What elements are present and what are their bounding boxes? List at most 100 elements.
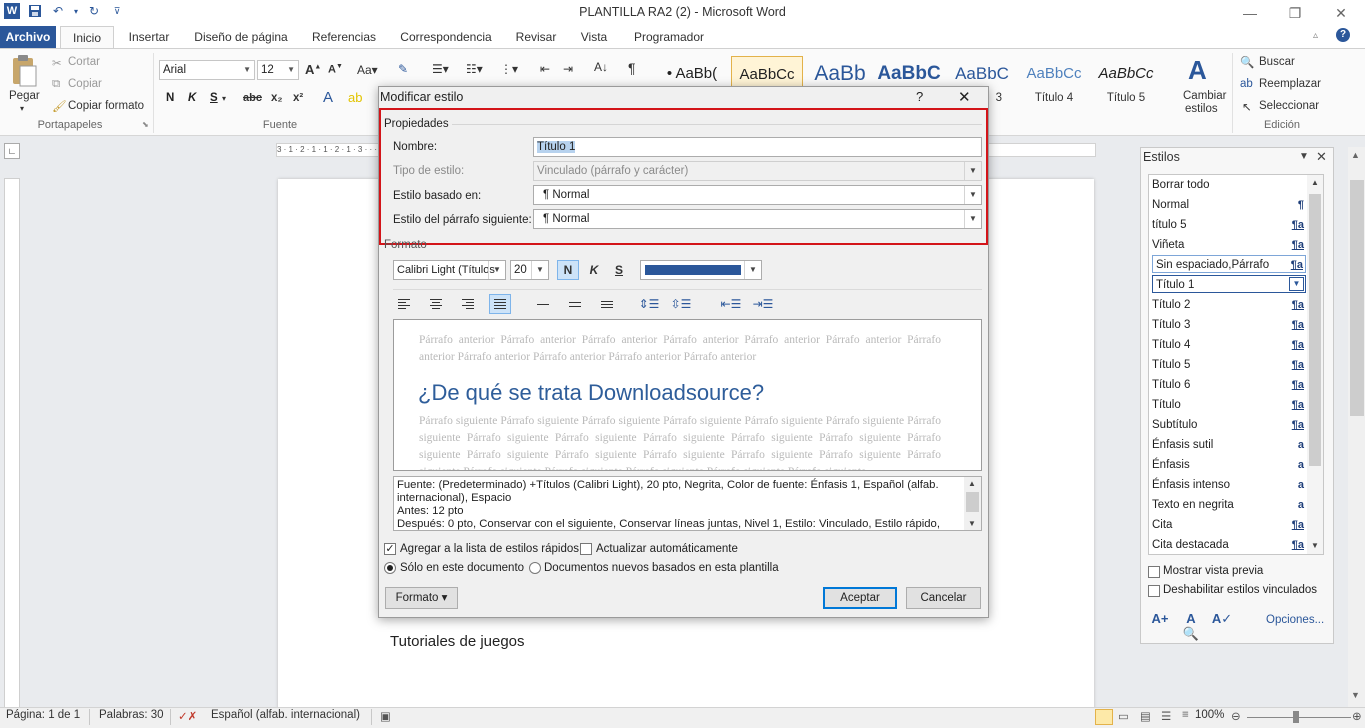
align-right-icon[interactable] [457,294,479,314]
bullets-icon[interactable]: ☰▾ [432,62,449,76]
options-link[interactable]: Opciones... [1266,614,1324,626]
scroll-up-icon[interactable]: ▲ [1311,178,1319,187]
show-marks-icon[interactable]: ¶ [628,60,636,76]
auto-update-checkbox[interactable] [580,543,592,555]
scroll-down-icon[interactable]: ▼ [968,519,976,528]
strikethrough-button[interactable]: abc [243,92,262,104]
tab-programador[interactable]: Programador [626,26,712,48]
macro-icon[interactable]: ▣ [380,709,391,723]
multilevel-list-icon[interactable]: ⋮▾ [500,62,518,76]
dialog-font-select[interactable]: Calibri Light (Títulos ▼ [393,260,506,280]
tab-vista[interactable]: Vista [572,26,616,48]
dialog-size-select[interactable]: 20 ▼ [510,260,549,280]
zoom-slider-thumb[interactable] [1293,711,1299,723]
close-window-button[interactable]: ✕ [1318,0,1364,26]
outline-icon[interactable]: ☰ [1161,709,1171,723]
minimize-button[interactable]: — [1227,0,1273,26]
vertical-ruler[interactable] [4,178,20,708]
align-left-icon[interactable] [393,294,415,314]
scrollbar-thumb[interactable] [1350,180,1364,416]
style-item-borrar-todo[interactable]: Borrar todo [1152,176,1306,194]
decrease-indent-icon[interactable]: ⇤☰ [720,294,742,314]
scroll-up-icon[interactable]: ▲ [968,479,976,488]
print-layout-icon[interactable] [1095,709,1113,725]
style-item[interactable]: Título 3 ¶a [1152,316,1306,334]
replace-button[interactable]: Reemplazar [1259,78,1321,90]
pane-menu-icon[interactable]: ▼ [1299,151,1309,162]
new-documents-radio[interactable] [529,562,541,574]
dialog-underline-button[interactable]: S [608,260,630,280]
subscript-button[interactable]: x₂ [271,92,283,104]
style-item[interactable]: Cita destacada ¶a [1152,536,1306,554]
sort-icon[interactable]: A↓ [594,60,608,74]
name-input[interactable]: Título 1 [533,137,982,157]
style-gallery-item[interactable]: AaBbCc Título 5 [1090,56,1162,114]
style-item[interactable]: Viñeta ¶a [1152,236,1306,254]
based-on-select[interactable]: ¶ Normal ▼ [533,185,982,205]
disable-linked-checkbox[interactable] [1148,585,1160,597]
clear-format-icon[interactable]: ✎ [398,62,408,76]
show-preview-checkbox[interactable] [1148,566,1160,578]
style-item[interactable]: Título 4 ¶a [1152,336,1306,354]
numbering-icon[interactable]: ☷▾ [466,62,483,76]
style-item[interactable]: Título ¶a [1152,396,1306,414]
increase-indent-icon[interactable]: ⇥☰ [752,294,774,314]
style-item-selected[interactable]: Título 1 ▼ [1152,275,1306,293]
highlight-icon[interactable]: ab [348,90,362,105]
only-document-radio[interactable] [384,562,396,574]
format-menu-button[interactable]: Formato ▾ [385,587,458,609]
paste-dropdown-icon[interactable]: ▾ [20,104,24,113]
single-spacing-icon[interactable] [532,294,554,314]
decrease-indent-icon[interactable]: ⇤ [540,62,550,76]
style-item[interactable]: Texto en negrita a [1152,496,1306,514]
style-item[interactable]: Sin espaciado,Párrafo ¶a [1152,255,1306,273]
change-case-icon[interactable]: Aa▾ [357,63,378,77]
document-text[interactable]: Tutoriales de juegos [390,633,525,650]
change-styles-label-1[interactable]: Cambiar [1183,90,1226,102]
style-item[interactable]: Énfasis intenso a [1152,476,1306,494]
next-style-select[interactable]: ¶ Normal ▼ [533,209,982,229]
select-button[interactable]: Seleccionar [1259,100,1319,112]
manage-styles-icon[interactable]: A✓ [1211,611,1233,631]
scroll-down-icon[interactable]: ▼ [1311,541,1319,550]
style-type-select[interactable]: Vinculado (párrafo y carácter) ▼ [533,161,982,181]
cancel-button[interactable]: Cancelar [906,587,981,609]
cut-button[interactable]: Cortar [68,56,100,68]
bold-button[interactable]: N [166,92,174,104]
help-icon[interactable]: ? [1336,28,1350,42]
copy-button[interactable]: Copiar [68,78,102,90]
grow-font-icon[interactable]: A▲ [305,62,321,77]
style-item[interactable]: Cita ¶a [1152,516,1306,534]
zoom-slider[interactable] [1247,717,1351,718]
justify-icon[interactable] [489,294,511,314]
word-count[interactable]: Palabras: 30 [99,709,164,721]
underline-dropdown-icon[interactable]: ▾ [222,94,226,103]
quick-list-checkbox[interactable]: ✓ [384,543,396,555]
scroll-up-icon[interactable]: ▲ [1351,150,1360,160]
find-button[interactable]: Buscar [1259,56,1295,68]
styles-scrollbar-thumb[interactable] [1309,194,1321,466]
clipboard-launcher-icon[interactable]: ⬊ [142,120,149,129]
style-item[interactable]: Título 5 ¶a [1152,356,1306,374]
tab-archivo[interactable]: Archivo [0,26,56,48]
style-item[interactable]: Título 6 ¶a [1152,376,1306,394]
page-count[interactable]: Página: 1 de 1 [6,709,80,721]
style-item[interactable]: Énfasis a [1152,456,1306,474]
proofing-icon[interactable]: ✓✗ [178,709,197,723]
change-styles-label-2[interactable]: estilos [1185,103,1218,115]
dialog-italic-button[interactable]: K [583,260,605,280]
font-color-select[interactable]: ▼ [640,260,762,280]
dialog-help-button[interactable]: ? [916,89,923,104]
tab-selector-icon[interactable]: ∟ [4,143,20,159]
ok-button[interactable]: Aceptar [823,587,897,609]
description-scrollbar-thumb[interactable] [966,492,979,512]
tab-correspondencia[interactable]: Correspondencia [394,26,498,48]
tab-insertar[interactable]: Insertar [120,26,178,48]
draft-icon[interactable]: ≡ [1182,709,1189,721]
style-item[interactable]: Título 2 ¶a [1152,296,1306,314]
change-styles-icon[interactable]: A [1188,55,1207,86]
new-style-icon[interactable]: A+ [1149,611,1171,631]
restore-button[interactable]: ❐ [1272,0,1318,26]
zoom-in-icon[interactable]: ⊕ [1352,709,1362,723]
italic-button[interactable]: K [188,92,196,104]
